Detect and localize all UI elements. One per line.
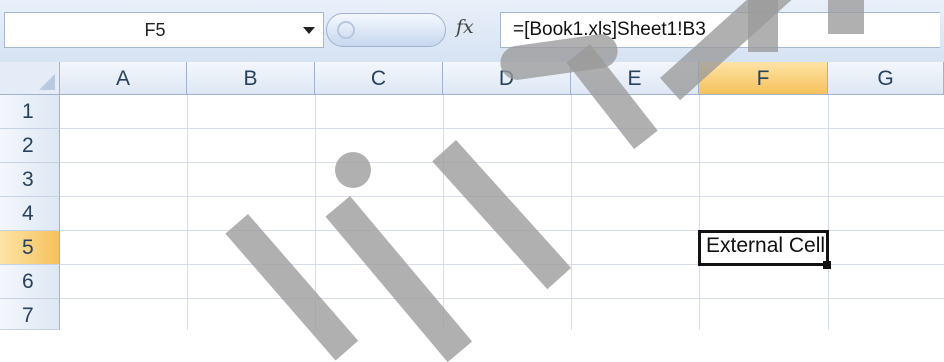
row-header-3[interactable]: 3 <box>0 163 60 197</box>
grid-line <box>571 95 572 330</box>
grid-line <box>828 95 829 330</box>
grid-line <box>187 95 188 330</box>
column-header-g[interactable]: G <box>828 62 944 95</box>
circle-icon <box>337 21 355 39</box>
row-header-6[interactable]: 6 <box>0 265 60 299</box>
row-header-4[interactable]: 4 <box>0 197 60 231</box>
active-cell-border <box>698 230 829 266</box>
grid-line <box>60 298 944 299</box>
select-all-icon <box>39 74 55 90</box>
row-header-1[interactable]: 1 <box>0 95 60 129</box>
formula-bar-resize-handle[interactable] <box>326 13 446 47</box>
column-header-c[interactable]: C <box>315 62 443 95</box>
formula-bar: F5 fx =[Book1.xls]Sheet1!B3 <box>0 0 944 63</box>
column-header-a[interactable]: A <box>60 62 187 95</box>
grid-line <box>699 95 700 330</box>
row-header-2[interactable]: 2 <box>0 129 60 163</box>
row-header-5[interactable]: 5 <box>0 231 60 265</box>
column-header-b[interactable]: B <box>187 62 315 95</box>
select-all-button[interactable] <box>0 62 60 95</box>
fill-handle[interactable] <box>823 261 831 269</box>
column-header-f[interactable]: F <box>699 62 828 95</box>
insert-function-icon[interactable]: fx <box>456 16 474 38</box>
row-header-7[interactable]: 7 <box>0 299 60 330</box>
watermark-stroke <box>225 214 359 361</box>
chevron-down-icon[interactable] <box>303 27 315 34</box>
grid-line <box>60 128 944 129</box>
watermark-stroke <box>828 0 864 34</box>
watermark-stroke <box>748 0 778 52</box>
grid-line <box>60 162 944 163</box>
name-box-value: F5 <box>144 20 166 40</box>
grid-line <box>443 95 444 330</box>
name-box[interactable]: F5 <box>4 12 324 48</box>
watermark-stroke <box>335 152 371 188</box>
